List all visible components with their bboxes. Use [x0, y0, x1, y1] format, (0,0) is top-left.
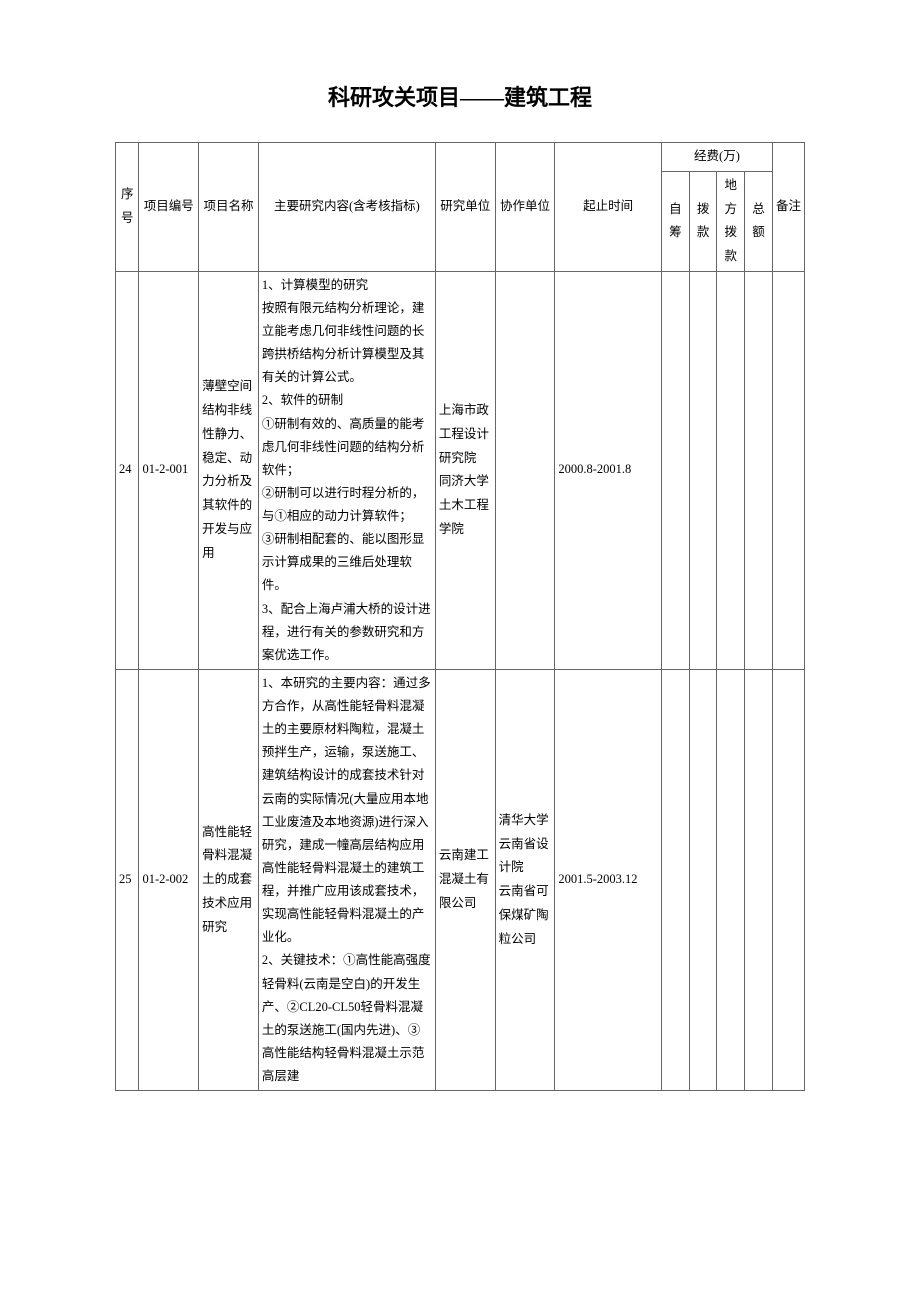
col-total: 总额 — [745, 171, 773, 271]
cell-partner: 清华大学云南省设计院云南省可保煤矿陶粒公司 — [495, 669, 555, 1090]
cell-self — [662, 669, 690, 1090]
col-name: 项目名称 — [199, 143, 259, 272]
col-note: 备注 — [772, 143, 804, 272]
col-partner: 协作单位 — [495, 143, 555, 272]
cell-self — [662, 271, 690, 669]
cell-allocation — [689, 271, 717, 669]
col-content: 主要研究内容(含考核指标) — [258, 143, 435, 272]
col-time: 起止时间 — [555, 143, 662, 272]
col-self: 自筹 — [662, 171, 690, 271]
cell-note — [772, 271, 804, 669]
cell-total — [745, 271, 773, 669]
col-unit: 研究单位 — [435, 143, 495, 272]
cell-partner — [495, 271, 555, 669]
cell-time: 2001.5-2003.12 — [555, 669, 662, 1090]
cell-name: 高性能轻骨料混凝土的成套技术应用研究 — [199, 669, 259, 1090]
cell-content: 1、计算模型的研究按照有限元结构分析理论，建立能考虑几何非线性问题的长跨拱桥结构… — [258, 271, 435, 669]
cell-total — [745, 669, 773, 1090]
cell-seq: 24 — [116, 271, 139, 669]
col-code: 项目编号 — [139, 143, 199, 272]
page-title: 科研攻关项目——建筑工程 — [115, 80, 805, 112]
cell-name: 薄壁空间结构非线性静力、稳定、动力分析及其软件的开发与应用 — [199, 271, 259, 669]
cell-time: 2000.8-2001.8 — [555, 271, 662, 669]
cell-allocation — [689, 669, 717, 1090]
cell-code: 01-2-002 — [139, 669, 199, 1090]
col-seq: 序号 — [116, 143, 139, 272]
cell-local — [717, 669, 745, 1090]
cell-unit: 上海市政工程设计研究院同济大学土木工程学院 — [435, 271, 495, 669]
cell-note — [772, 669, 804, 1090]
col-allocation: 拨款 — [689, 171, 717, 271]
table-row: 2501-2-002高性能轻骨料混凝土的成套技术应用研究1、本研究的主要内容：通… — [116, 669, 805, 1090]
table-row: 2401-2-001薄壁空间结构非线性静力、稳定、动力分析及其软件的开发与应用1… — [116, 271, 805, 669]
project-table: 序号 项目编号 项目名称 主要研究内容(含考核指标) 研究单位 协作单位 起止时… — [115, 142, 805, 1091]
cell-code: 01-2-001 — [139, 271, 199, 669]
col-funds-group: 经费(万) — [662, 143, 773, 172]
col-local: 地方拨款 — [717, 171, 745, 271]
cell-local — [717, 271, 745, 669]
cell-unit: 云南建工混凝土有限公司 — [435, 669, 495, 1090]
cell-content: 1、本研究的主要内容：通过多方合作，从高性能轻骨料混凝土的主要原材料陶粒，混凝土… — [258, 669, 435, 1090]
cell-seq: 25 — [116, 669, 139, 1090]
table-header-row: 序号 项目编号 项目名称 主要研究内容(含考核指标) 研究单位 协作单位 起止时… — [116, 143, 805, 172]
